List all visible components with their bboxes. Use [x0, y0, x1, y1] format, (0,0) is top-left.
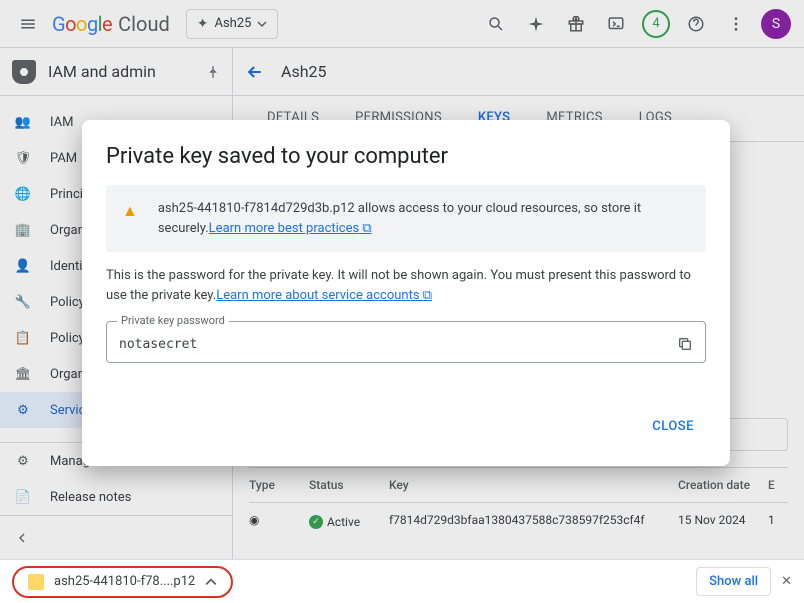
download-bar: ash25-441810-f78....p12 Show all ✕: [0, 559, 804, 603]
warning-icon: ▲: [122, 201, 138, 221]
learn-more-accounts-link[interactable]: Learn more about service accounts ⧉: [216, 288, 432, 303]
password-field: Private key password notasecret: [106, 321, 706, 363]
close-button[interactable]: CLOSE: [640, 411, 706, 442]
private-key-dialog: Private key saved to your computer ▲ ash…: [82, 120, 730, 466]
download-filename: ash25-441810-f78....p12: [54, 574, 195, 589]
download-chip[interactable]: ash25-441810-f78....p12: [12, 566, 233, 598]
close-icon[interactable]: ✕: [781, 574, 792, 589]
chevron-up-icon: [205, 576, 217, 588]
learn-more-practices-link[interactable]: Learn more best practices ⧉: [209, 221, 372, 236]
dialog-title: Private key saved to your computer: [106, 144, 706, 169]
file-icon: [28, 574, 44, 590]
show-all-button[interactable]: Show all: [696, 567, 771, 596]
copy-icon[interactable]: [677, 336, 693, 352]
password-value[interactable]: notasecret: [119, 337, 677, 352]
password-label: Private key password: [117, 314, 229, 327]
warning-box: ▲ ash25-441810-f7814d729d3b.p12 allows a…: [106, 185, 706, 252]
